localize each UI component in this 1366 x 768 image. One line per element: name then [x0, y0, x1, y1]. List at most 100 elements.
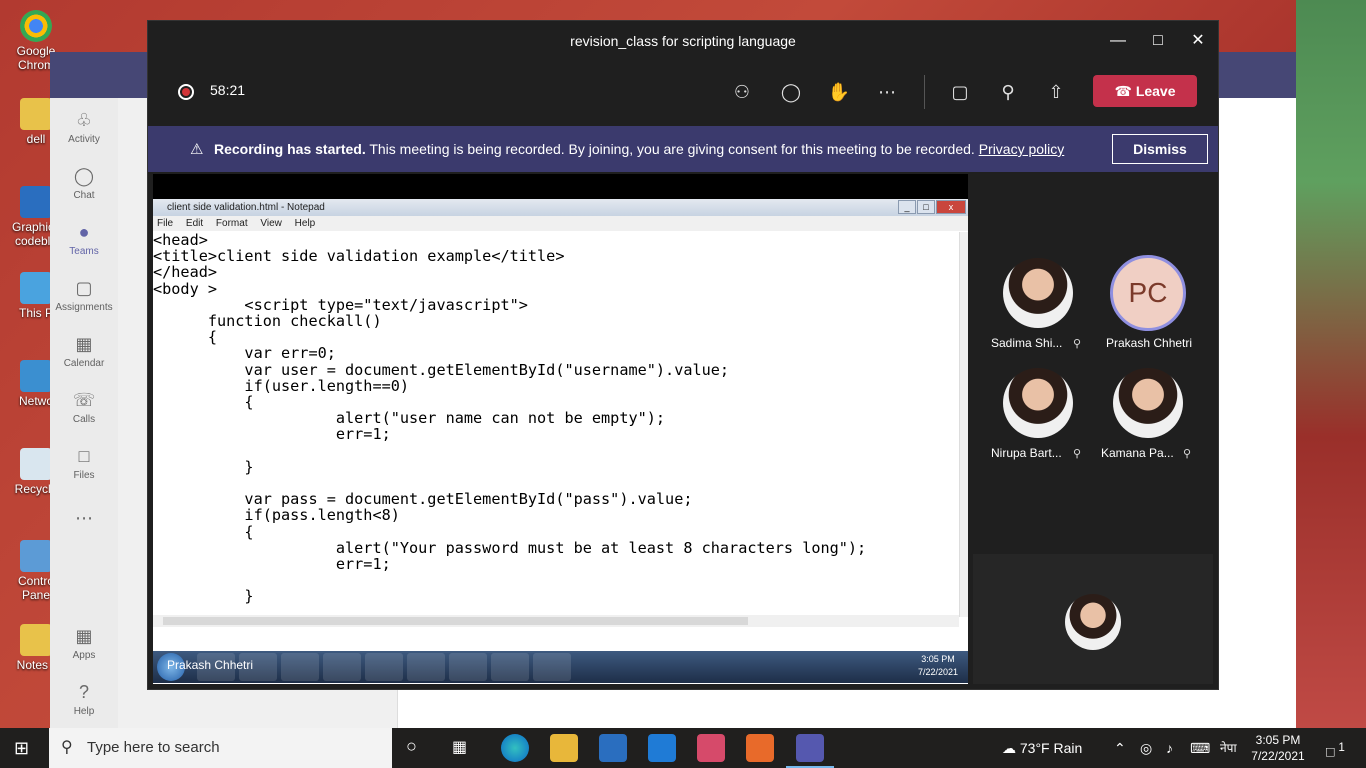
- win7-time: 3:05 PM: [921, 654, 955, 664]
- mic-off-icon[interactable]: ⚲: [992, 78, 1024, 106]
- scroll-thumb[interactable]: [163, 617, 748, 625]
- rail-apps[interactable]: ▦ Apps: [50, 626, 118, 661]
- rail-calendar[interactable]: ▦ Calendar: [50, 334, 118, 369]
- warning-icon: ⚠: [190, 141, 204, 158]
- tray-chevron-icon[interactable]: ⌃: [1114, 728, 1126, 768]
- file-explorer-icon[interactable]: [550, 734, 578, 762]
- recording-icon: [178, 84, 194, 100]
- rail-label: Files: [73, 470, 95, 481]
- notification-count: 1: [1338, 741, 1345, 754]
- windows-taskbar: ⊞ ⚲ Type here to search ○ ▦ ☁ 73°F Rain …: [0, 728, 1366, 768]
- paint-icon[interactable]: [697, 734, 725, 762]
- rail-label: Teams: [69, 246, 99, 257]
- volume-icon[interactable]: ♪: [1166, 728, 1173, 768]
- win7-clock: 3:05 PM 7/22/2021: [918, 653, 958, 679]
- win7-taskbar: 3:05 PM 7/22/2021: [153, 651, 968, 683]
- banner-message: Recording has started. This meeting is b…: [214, 141, 1064, 157]
- rail-assignments[interactable]: ▢ Assignments: [50, 278, 118, 313]
- self-view-tile: [973, 554, 1213, 684]
- horizontal-scrollbar[interactable]: [153, 615, 959, 627]
- np-maximize-icon[interactable]: □: [917, 200, 935, 214]
- rail-files[interactable]: □ Files: [50, 446, 118, 481]
- rail-calls[interactable]: ☏ Calls: [50, 390, 118, 425]
- participant-name: Prakash Chhetri: [1106, 336, 1193, 350]
- presenter-name: Prakash Chhetri: [167, 658, 254, 672]
- wallpaper-edge: [1296, 0, 1366, 728]
- edge-icon[interactable]: [501, 734, 529, 762]
- network-icon: [20, 360, 52, 392]
- participant-name: Sadima Shi...: [991, 336, 1063, 350]
- rail-help[interactable]: ? Help: [50, 682, 118, 717]
- clock-date: 7/22/2021: [1251, 749, 1305, 763]
- rail-teams[interactable]: ● Teams: [50, 222, 118, 257]
- notepad-code[interactable]: <head> <title>client side validation exa…: [153, 232, 959, 617]
- taskbar-clock[interactable]: 3:05 PM 7/22/2021: [1246, 732, 1310, 764]
- participant-avatar: [1113, 368, 1183, 438]
- maximize-icon[interactable]: □: [1138, 21, 1178, 61]
- calendar-icon: ▦: [75, 334, 93, 354]
- rail-activity[interactable]: ♧ Activity: [50, 110, 118, 145]
- banner-bold: Recording has started.: [214, 141, 366, 157]
- raise-hand-icon[interactable]: ✋: [823, 78, 855, 106]
- vertical-scrollbar[interactable]: [959, 232, 968, 617]
- xampp-icon[interactable]: [746, 734, 774, 762]
- np-minimize-icon[interactable]: _: [898, 200, 916, 214]
- mail-icon[interactable]: [648, 734, 676, 762]
- share-screen-icon[interactable]: ⇧: [1040, 78, 1072, 106]
- search-icon: ⚲: [61, 739, 73, 756]
- media-icon: [281, 653, 319, 681]
- rail-label: Chat: [73, 190, 95, 201]
- store-icon[interactable]: [599, 734, 627, 762]
- folder-icon: [20, 624, 52, 656]
- menu-view[interactable]: View: [260, 218, 282, 229]
- keyboard-icon[interactable]: ⌨: [1190, 728, 1210, 768]
- np-close-icon[interactable]: x: [936, 200, 966, 214]
- weather-cloud-icon: ☁: [1002, 740, 1016, 756]
- participant-name: Kamana Pa...: [1101, 446, 1174, 460]
- participants-icon[interactable]: ⚇: [726, 78, 758, 106]
- leave-button[interactable]: ☎ Leave: [1093, 75, 1197, 107]
- minimize-icon[interactable]: —: [1098, 21, 1138, 61]
- chat-icon[interactable]: ◯: [775, 78, 807, 106]
- app-icon: [20, 186, 52, 218]
- box-icon: [407, 653, 445, 681]
- meeting-title: revision_class for scripting language: [148, 21, 1218, 61]
- weather-widget[interactable]: ☁ 73°F Rain: [1002, 728, 1082, 768]
- bell-icon: ♧: [75, 110, 93, 130]
- privacy-policy-link[interactable]: Privacy policy: [979, 141, 1065, 157]
- camera-off-icon[interactable]: ▢: [944, 78, 976, 106]
- dismiss-button[interactable]: Dismiss: [1112, 134, 1208, 164]
- rail-more[interactable]: ⋯: [50, 508, 118, 532]
- teams-taskbar-icon[interactable]: [796, 734, 824, 762]
- more-actions-icon[interactable]: ⋯: [871, 78, 903, 106]
- participant-avatar: [1003, 258, 1073, 328]
- menu-format[interactable]: Format: [216, 218, 248, 229]
- menu-edit[interactable]: Edit: [186, 218, 203, 229]
- cortana-icon[interactable]: ○: [406, 736, 417, 757]
- mic-muted-icon: ⚲: [1183, 448, 1192, 460]
- rail-chat[interactable]: ◯ Chat: [50, 166, 118, 201]
- teams-icon: ●: [78, 222, 90, 242]
- notepad-title: client side validation.html - Notepad: [153, 199, 968, 216]
- notepad-task-icon: [533, 653, 571, 681]
- teams-app-rail: ♧ Activity ◯ Chat ● Teams ▢ Assignments ▦ Cal…: [50, 98, 118, 728]
- meeting-timer: 58:21: [210, 82, 246, 98]
- mic-muted-icon: ⚲: [1073, 448, 1082, 460]
- assignments-icon: ▢: [75, 278, 93, 298]
- rail-label: Calendar: [63, 358, 105, 369]
- taskbar-search[interactable]: ⚲ Type here to search: [49, 728, 392, 768]
- participant-avatar-initials: PC: [1110, 255, 1186, 331]
- excel-icon: [491, 653, 529, 681]
- menu-help[interactable]: Help: [295, 218, 316, 229]
- win7-date: 7/22/2021: [917, 667, 958, 677]
- banner-text: This meeting is being recorded. By joini…: [365, 141, 979, 157]
- language-indicator[interactable]: नेपा: [1220, 728, 1237, 768]
- participant-name: Nirupa Bart...: [991, 446, 1062, 460]
- menu-file[interactable]: File: [157, 218, 173, 229]
- notification-icon[interactable]: □ 1: [1326, 728, 1345, 768]
- apps-icon: ▦: [75, 626, 93, 646]
- windows-start-icon[interactable]: ⊞: [14, 738, 29, 759]
- task-view-icon[interactable]: ▦: [452, 737, 467, 757]
- close-icon[interactable]: ✕: [1178, 21, 1218, 61]
- network-icon[interactable]: ◎: [1140, 728, 1152, 768]
